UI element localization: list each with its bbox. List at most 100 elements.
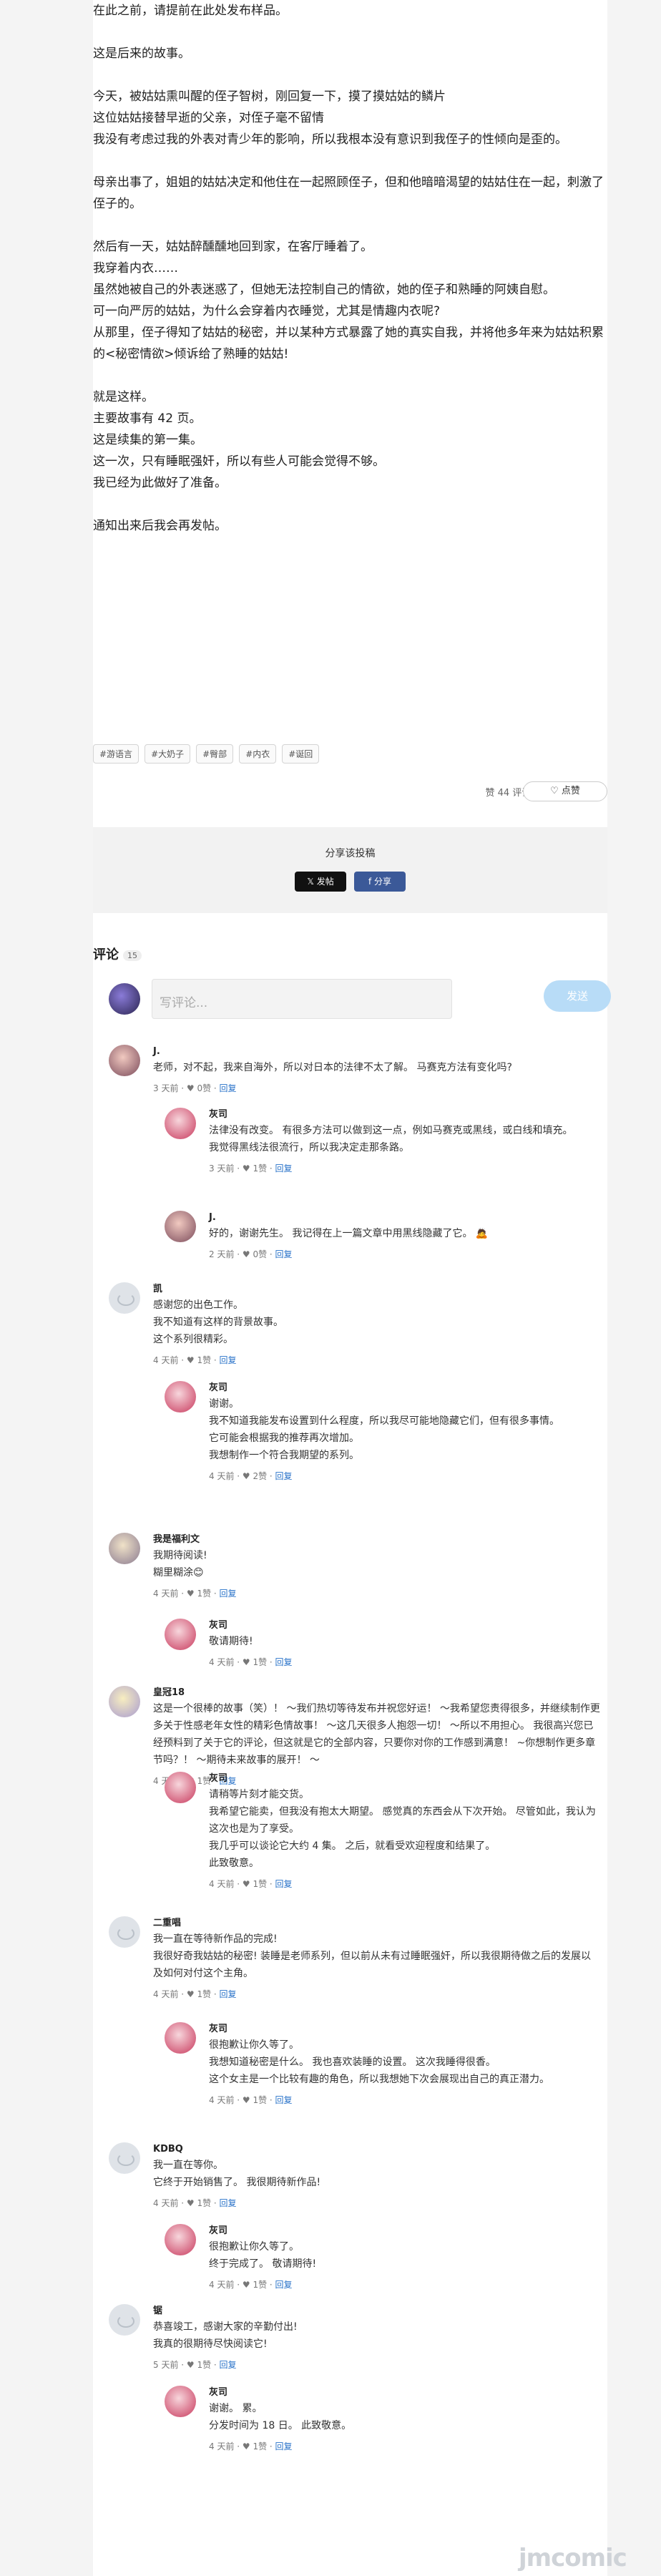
comment-actions: 4 天前 · ♥ 1赞 · 回复 (209, 1654, 600, 1670)
comment-content: KDBQ 我一直在等你。 它终于开始销售了。 我很期待新作品! 4 天前 · ♥ 1赞… (153, 2142, 600, 2211)
share-x-button[interactable]: 𝕏 发帖 (295, 872, 346, 892)
reply-link[interactable]: 回复 (220, 1083, 237, 1093)
commenter-name[interactable]: 皇冠18 (153, 1686, 600, 1700)
comment-text: 糊里糊涂😊 (153, 1567, 204, 1579)
comment-content: 凯感谢您的出色工作。 我不知道有这样的背景故事。 这个系列很精彩。 4 天前 · ♥ … (153, 1282, 600, 1368)
commenter-avatar[interactable] (165, 1619, 196, 1650)
comment-meta: 4 天前 · ♥ 1赞 · (209, 2441, 275, 2451)
right-gutter (607, 0, 661, 2576)
tag-list: #游语言 #大奶子 #臀部 #内衣 #诞回 (93, 744, 320, 763)
comment-text: 感谢您的出色工作。 (153, 1299, 243, 1311)
comment-meta: 3 天前 · ♥ 1赞 · (209, 1163, 275, 1174)
tag-chip[interactable]: #臀部 (196, 744, 234, 763)
reply-link[interactable]: 回复 (220, 2360, 237, 2370)
article-line: 我穿着内衣…… (93, 261, 178, 275)
commenter-avatar[interactable] (165, 2224, 196, 2255)
reply-link[interactable]: 回复 (220, 1589, 237, 1599)
reply-link[interactable]: 回复 (275, 2280, 293, 2290)
reply-link[interactable]: 回复 (275, 2441, 293, 2451)
comment-text: 我希望它能卖，但我没有抱太大期望。 感觉真的东西会从下次开始。 尽管如此，我认为… (209, 1806, 596, 1835)
commenter-name[interactable]: KDBQ (153, 2142, 600, 2157)
reply-link[interactable]: 回复 (220, 2198, 237, 2208)
article-line: 然后有一天，姑姑醉醺醺地回到家，在客厅睡着了。 (93, 240, 373, 254)
comment-input[interactable]: 写评论... (152, 979, 452, 1019)
tag-chip[interactable]: #内衣 (239, 744, 277, 763)
comment-text: 法律没有改变。 有很多方法可以做到这一点，例如马赛克或黑线，或白线和填充。 (209, 1125, 573, 1136)
reply-link[interactable]: 回复 (275, 1471, 293, 1481)
comment-text: 我想制作一个符合我期望的系列。 (209, 1450, 359, 1461)
article-line: 通知出来后我会再发帖。 (93, 519, 227, 533)
commenter-avatar[interactable] (109, 1282, 140, 1314)
comment-text: 我很好奇我姑姑的秘密! 装睡是老师系列，但以前从未有过睡眠强奸，所以我很期待做之… (153, 1951, 592, 1979)
comment-item: 皇冠18 这是一个很棒的故事（笑）！ ～我们热切等待发布并祝您好运！ ～我希望您责… (109, 1686, 600, 1786)
tag-chip[interactable]: #游语言 (93, 744, 139, 763)
commenter-name[interactable]: 灰司 (209, 2022, 600, 2036)
commenter-avatar[interactable] (109, 2142, 140, 2174)
send-comment-button[interactable]: 发送 (544, 980, 611, 1012)
commenter-name[interactable]: 我是福利文 (153, 1533, 600, 1547)
reply-link[interactable]: 回复 (220, 1355, 237, 1365)
share-facebook-button[interactable]: f 分享 (354, 872, 406, 892)
commenter-avatar[interactable] (165, 2022, 196, 2054)
comment-actions: 4 天前 · ♥ 1赞 · 回复 (153, 1352, 600, 1368)
heart-icon: ♡ (550, 786, 562, 796)
reply-link[interactable]: 回复 (275, 1879, 293, 1889)
commenter-avatar[interactable] (109, 1533, 140, 1564)
article-line: 这是续集的第一集。 (93, 433, 202, 447)
reply-item: 灰司 请稍等片刻才能交货。 我希望它能卖，但我没有抱太大期望。 感觉真的东西会从下次… (165, 1772, 600, 1889)
reply-link[interactable]: 回复 (220, 1989, 237, 1999)
commenter-name[interactable]: 二重唱 (153, 1916, 600, 1931)
comment-meta: 4 天前 · ♥ 1赞 · (209, 2280, 275, 2290)
commenter-avatar[interactable] (165, 2386, 196, 2417)
comment-text: 我不知道我能发布设置到什么程度，所以我尽可能地隐藏它们，但有很多事情。 (209, 1415, 559, 1427)
share-title: 分享该投稿 (325, 848, 376, 859)
commenter-avatar[interactable] (109, 1916, 140, 1948)
commenter-name[interactable]: 凯 (153, 1282, 600, 1297)
commenter-name[interactable]: J. (153, 1045, 600, 1059)
reply-item: 灰司很抱歉让你久等了。我想知道秘密是什么。 我也喜欢装睡的设置。 这次我睡得很香… (165, 2022, 600, 2115)
comment-text: 我想知道秘密是什么。 我也喜欢装睡的设置。 这次我睡得很香。 (209, 2057, 496, 2068)
comment-content: 灰司 法律没有改变。 有很多方法可以做到这一点，例如马赛克或黑线，或白线和填充。我… (209, 1108, 600, 1176)
commenter-avatar[interactable] (109, 1686, 140, 1717)
commenter-avatar[interactable] (109, 1045, 140, 1076)
commenter-name[interactable]: 灰司 (209, 1108, 600, 1122)
commenter-avatar[interactable] (165, 1381, 196, 1413)
like-button[interactable]: ♡ 点赞 (523, 781, 607, 801)
reply-item: 灰司 谢谢。 累。 分发时间为 18 日。 此致敬意。 4 天前 · ♥ 1赞 · 回… (165, 2386, 600, 2479)
commenter-avatar[interactable] (165, 1211, 196, 1242)
comment-text: 恭喜竣工，感谢大家的辛勤付出! (153, 2321, 298, 2333)
commenter-name[interactable]: 灰司 (209, 2224, 600, 2238)
article-line: 这一次，只有睡眠强奸，所以有些人可能会觉得不够。 (93, 454, 385, 469)
comment-meta: 4 天前 · ♥ 1赞 · (153, 2198, 220, 2208)
commenter-name[interactable]: J. (209, 1211, 600, 1225)
comment-content: 灰司谢谢。我不知道我能发布设置到什么程度，所以我尽可能地隐藏它们，但有很多事情。… (209, 1381, 600, 1484)
commenter-name[interactable]: 锯 (153, 2304, 600, 2318)
comment-text: 谢谢。 累。 (209, 2403, 263, 2414)
comment-text: 它可能会根据我的推荐再次增加。 (209, 1433, 359, 1444)
reply-link[interactable]: 回复 (275, 1657, 293, 1667)
tag-chip[interactable]: #诞回 (282, 744, 320, 763)
comment-meta: 4 天前 · ♥ 1赞 · (209, 2095, 275, 2105)
reply-item: 灰司 法律没有改变。 有很多方法可以做到这一点，例如马赛克或黑线，或白线和填充。我… (165, 1108, 600, 1201)
comment-actions: 5 天前 · ♥ 1赞 · 回复 (153, 2357, 600, 2373)
reply-link[interactable]: 回复 (275, 2095, 293, 2105)
commenter-avatar[interactable] (165, 1108, 196, 1139)
commenter-name[interactable]: 灰司 (209, 1381, 600, 1395)
facebook-logo-icon: f (368, 877, 375, 887)
article-paragraph: 今天，被姑姑熏叫醒的侄子智树，刚回复一下，摸了摸姑姑的鳞片 这位姑姑接替早逝的父亲… (93, 86, 607, 150)
commenter-avatar[interactable] (109, 2304, 140, 2336)
reply-link[interactable]: 回复 (275, 1249, 293, 1259)
comment-text: 谢谢。 (209, 1398, 239, 1410)
commenter-name[interactable]: 灰司 (209, 2386, 600, 2400)
commenter-name[interactable]: 灰司 (209, 1772, 600, 1786)
reply-link[interactable]: 回复 (275, 1163, 293, 1174)
article-line: 我没有考虑过我的外表对青少年的影响，所以我根本没有意识到我侄子的性倾向是歪的。 (93, 132, 567, 147)
comment-text: 老师，对不起，我来自海外，所以对日本的法律不太了解。 马赛克方法有变化吗? (153, 1062, 512, 1073)
commenter-avatar[interactable] (165, 1772, 196, 1803)
tag-chip[interactable]: #大奶子 (145, 744, 191, 763)
comment-text: 很抱歉让你久等了。 (209, 2039, 299, 2051)
comment-text: 这个系列很精彩。 (153, 1334, 233, 1345)
article-paragraph: 就是这样。 主要故事有 42 页。 这是续集的第一集。 这一次，只有睡眠强奸，所以有些… (93, 386, 607, 494)
comment-actions: 3 天前 · ♥ 0赞 · 回复 (153, 1080, 600, 1096)
commenter-name[interactable]: 灰司 (209, 1619, 600, 1633)
